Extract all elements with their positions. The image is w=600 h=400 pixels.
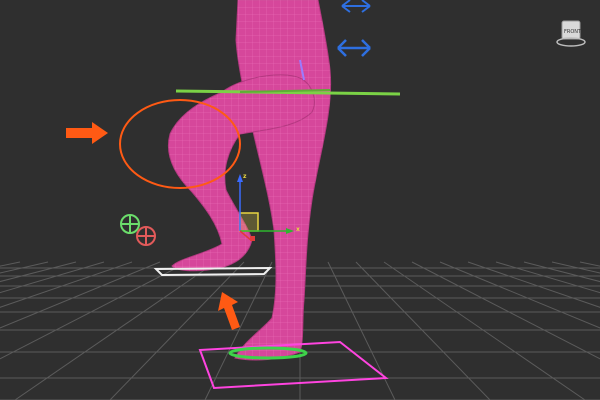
- grid-line: [0, 261, 105, 294]
- 3d-perspective-viewport[interactable]: FRONT x z: [0, 0, 600, 400]
- viewport-canvas[interactable]: FRONT x z: [0, 0, 600, 400]
- grounded-foot-controller[interactable]: [198, 340, 389, 390]
- grid-line: [411, 261, 600, 360]
- gizmo-x-axis-label: x: [296, 226, 300, 233]
- orange-arrow-right-icon: [66, 122, 108, 144]
- grid-line: [467, 261, 600, 308]
- grid-line: [109, 261, 245, 400]
- grid-line: [439, 261, 600, 329]
- grid-line: [383, 261, 586, 400]
- grid-line: [495, 261, 600, 294]
- gizmo-z-axis-label: z: [243, 173, 247, 180]
- character-legs-mesh[interactable]: [168, 0, 332, 361]
- blue-double-arrow-icon[interactable]: [337, 39, 371, 57]
- grid-line: [523, 261, 600, 283]
- gizmo-plane-handle[interactable]: [239, 212, 259, 232]
- knee-controller[interactable]: [175, 89, 401, 96]
- grid-line: [0, 261, 133, 308]
- grid-line: [0, 261, 77, 283]
- pole-target-red[interactable]: [136, 226, 156, 246]
- raised-foot-controller[interactable]: [153, 266, 273, 277]
- grid-line: [0, 261, 161, 329]
- grid-line: [14, 261, 217, 400]
- blue-double-arrow-icon[interactable]: [341, 0, 371, 13]
- grid-line: [0, 261, 49, 274]
- pole-target-green[interactable]: [120, 214, 140, 234]
- view-cube-face-label: FRONT: [564, 29, 582, 35]
- grid-line: [579, 261, 600, 267]
- view-cube[interactable]: FRONT: [556, 20, 586, 47]
- grid-line: [0, 261, 21, 267]
- grid-line: [0, 261, 189, 360]
- grid-line: [551, 261, 600, 274]
